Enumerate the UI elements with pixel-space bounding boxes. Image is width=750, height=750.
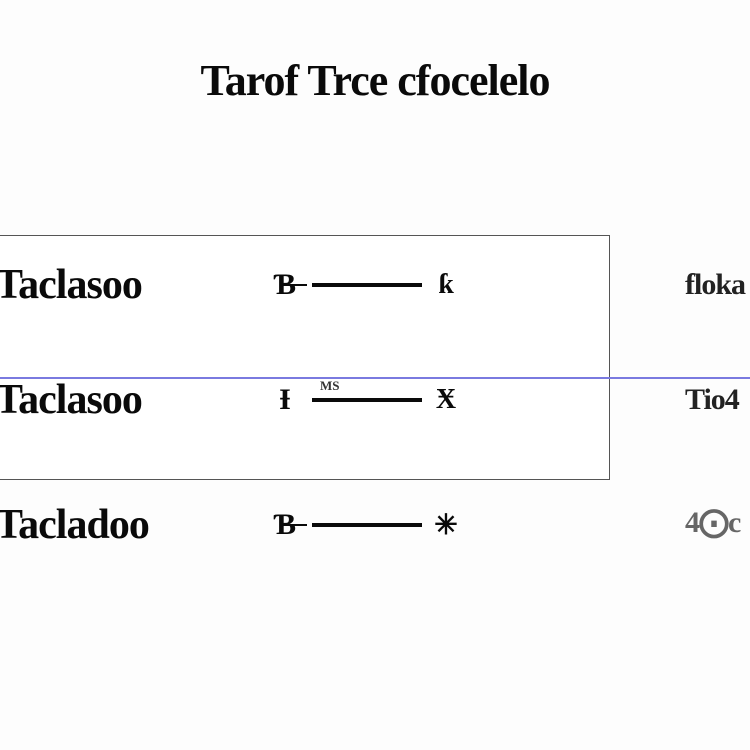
- row-label: Tacladoo: [0, 501, 250, 549]
- connector-line: [312, 523, 422, 527]
- connector-label: MS: [320, 378, 340, 394]
- start-glyph-icon: Ɨ: [270, 382, 300, 418]
- diagram-row: Taclasoo Ɓ ƙ: [0, 260, 458, 310]
- row-right-text: 4⨀c: [685, 505, 750, 540]
- connector-line: MS: [312, 398, 422, 402]
- diagram-title: Tarof Trce cfocelelo: [201, 55, 550, 106]
- row-right-text: floka: [685, 268, 750, 302]
- row-label: Taclasoo: [0, 376, 250, 424]
- end-glyph-icon: ✳: [434, 510, 458, 540]
- row-right-text: Tio4: [685, 383, 750, 417]
- connector-line: [312, 283, 422, 287]
- end-glyph-icon: ƙ: [434, 270, 458, 300]
- diagram-row: Tacladoo Ɓ ✳: [0, 500, 458, 550]
- end-glyph-icon: Ӿ: [434, 385, 458, 415]
- horizontal-divider: [0, 377, 750, 379]
- row-label: Taclasoo: [0, 261, 250, 309]
- diagram-row: Taclasoo Ɨ MS Ӿ: [0, 375, 458, 425]
